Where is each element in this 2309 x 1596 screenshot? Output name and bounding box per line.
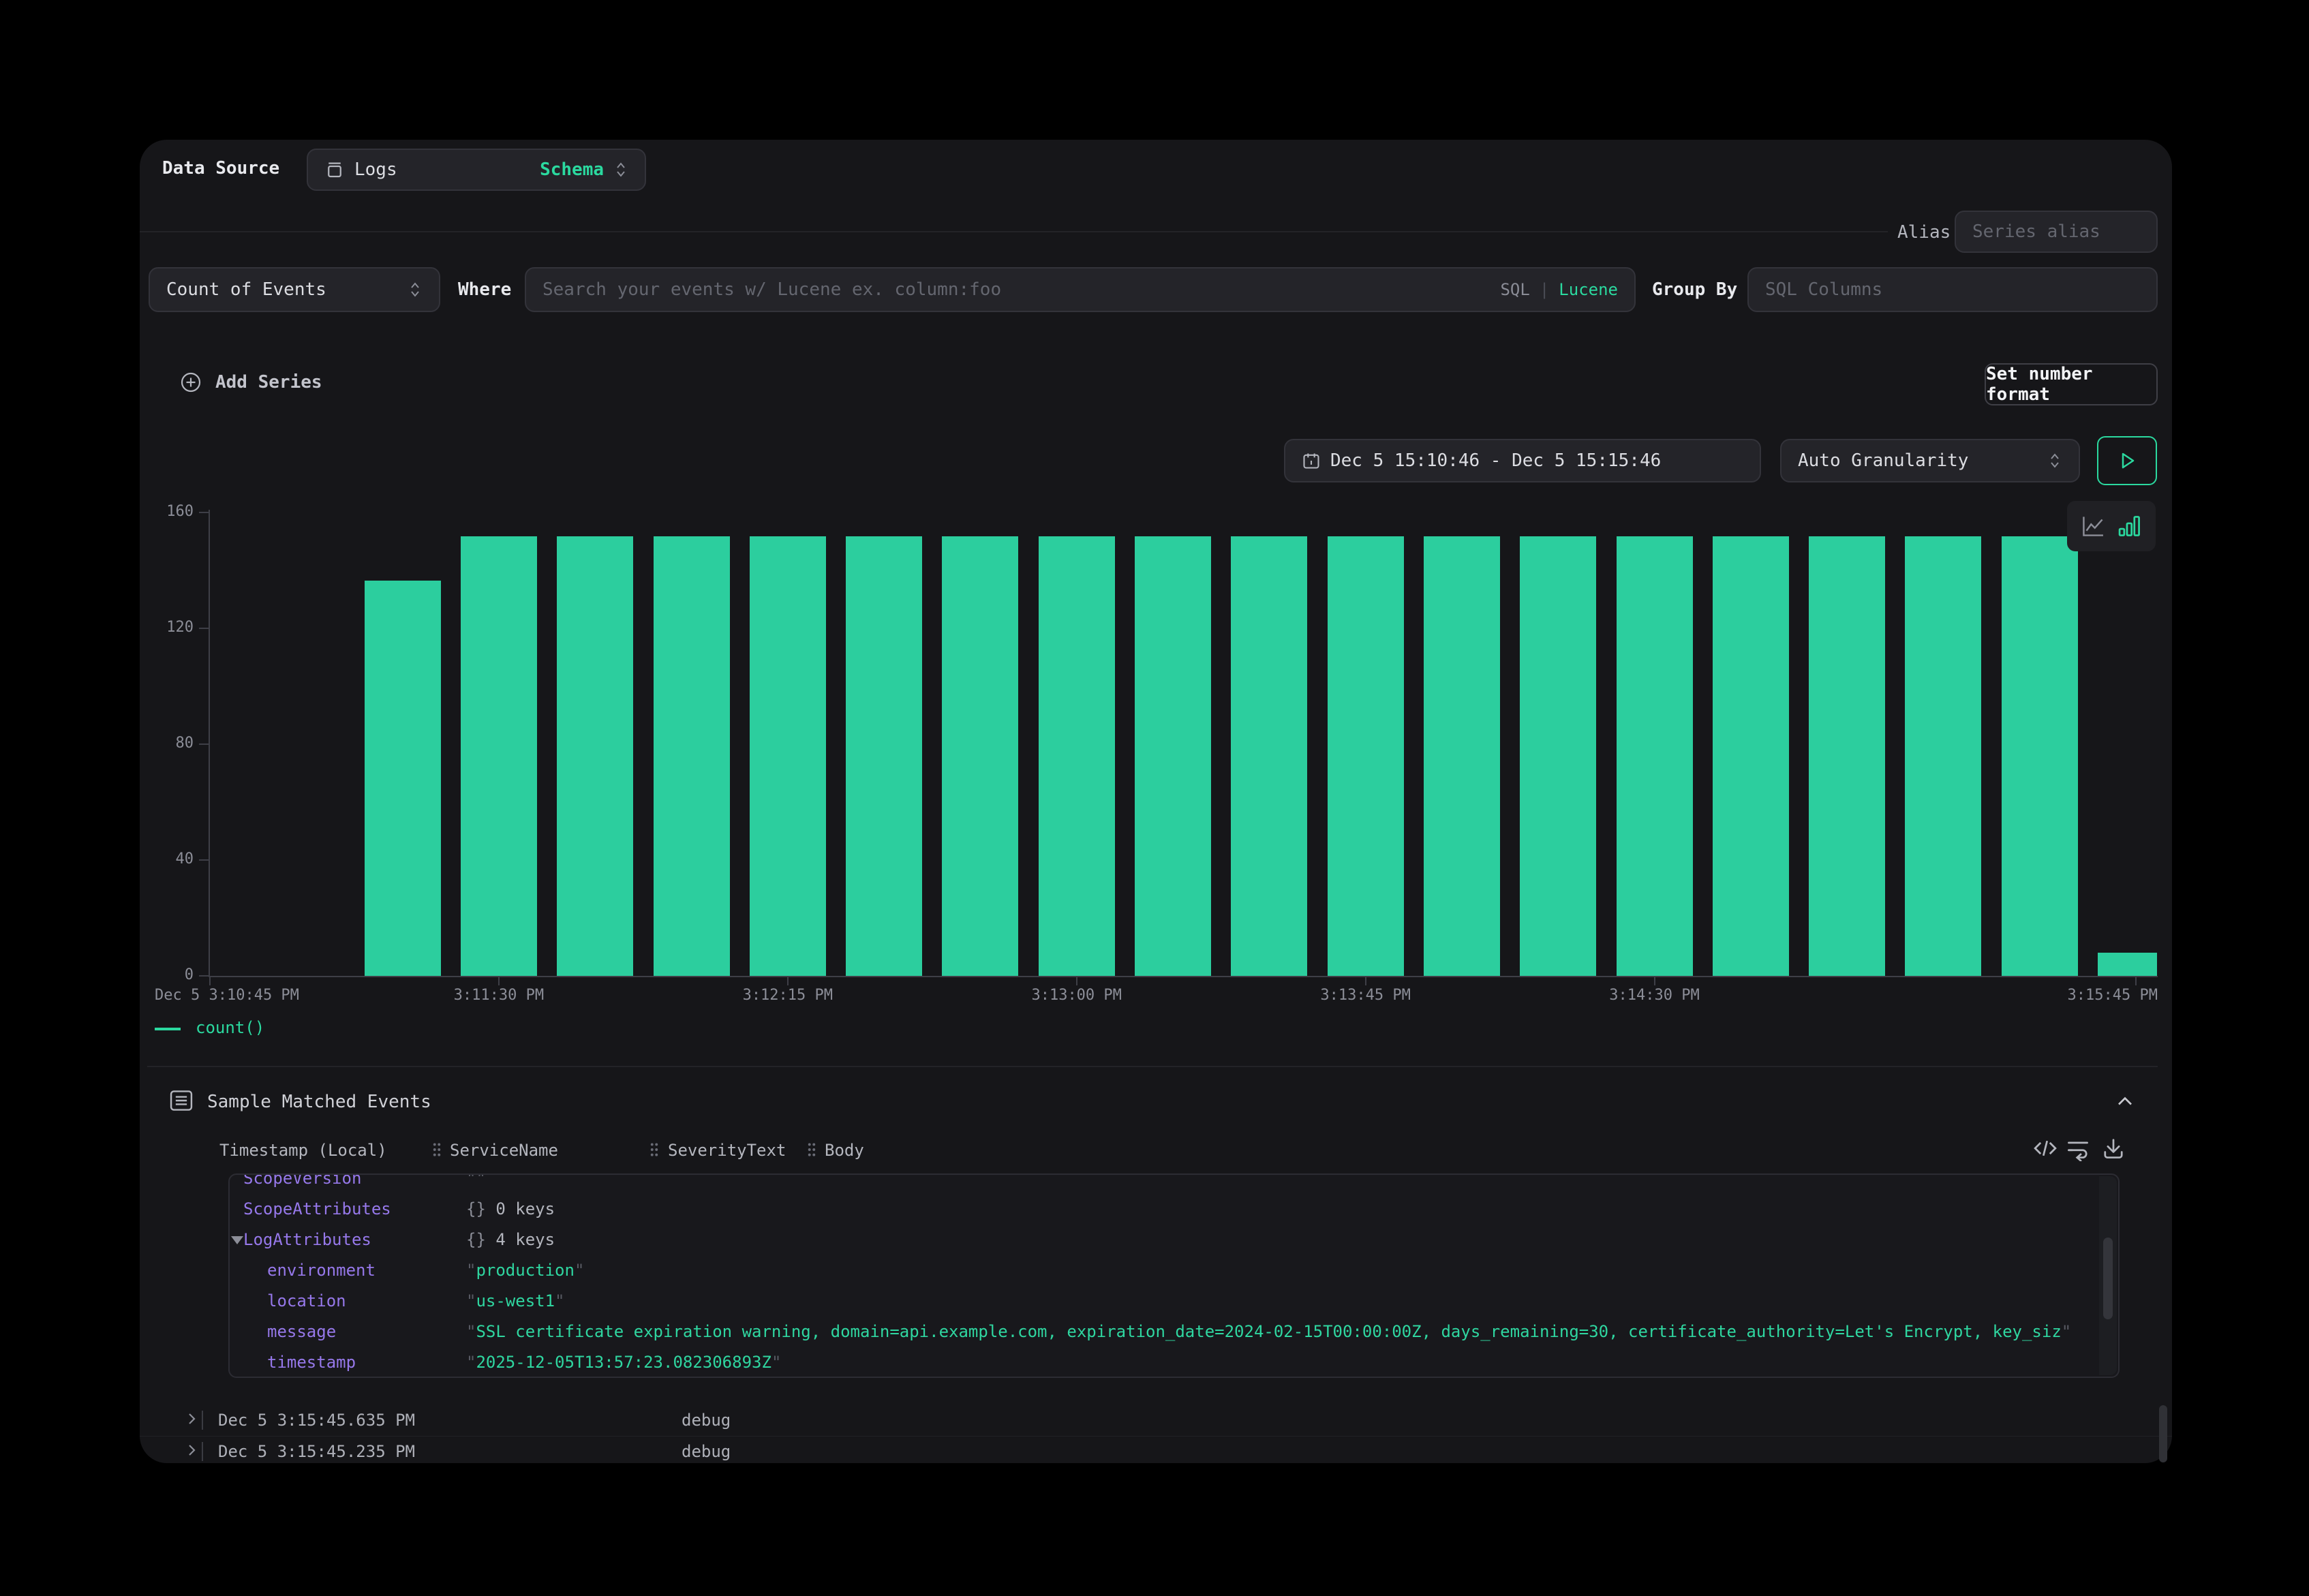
group-by-inputbox [1747, 267, 2158, 312]
bar-chart-icon[interactable] [2117, 513, 2143, 539]
calendar-icon [1302, 451, 1321, 470]
code-view-icon[interactable] [2032, 1135, 2058, 1161]
group-by-input[interactable] [1765, 279, 2140, 300]
wrap-text-icon[interactable] [2065, 1135, 2091, 1161]
expanded-row-json-panel: ScopeVersion "" ScopeAttributes {} 0 keys Lo… [228, 1173, 2120, 1378]
expand-row-chevron-icon[interactable] [183, 1442, 200, 1458]
download-icon[interactable] [2100, 1135, 2126, 1161]
alias-label: Alias [1897, 222, 1951, 243]
logs-icon [324, 159, 345, 180]
event-timestamp: Dec 5 3:15:45.635 PM [218, 1411, 415, 1430]
aggregate-value: Count of Events [166, 279, 326, 300]
updown-chevron-icon [2047, 450, 2062, 471]
json-field-row[interactable]: LogAttributes {} 4 keys [230, 1225, 2090, 1255]
event-severity: debug [682, 1442, 731, 1461]
json-key: ScopeAttributes [243, 1199, 391, 1218]
json-value: {} 0 keys [466, 1199, 555, 1218]
drag-handle-icon[interactable] [806, 1141, 817, 1158]
column-header-timestamp[interactable]: Timestamp (Local) [219, 1141, 387, 1160]
schema-badge: Schema [540, 159, 604, 180]
where-label: Where [458, 279, 511, 300]
json-field-row[interactable]: location "us-west1" [230, 1286, 2090, 1317]
run-query-button[interactable] [2097, 436, 2157, 485]
json-field-row[interactable]: environment "production" [230, 1255, 2090, 1286]
add-series-button[interactable]: Add Series [179, 370, 322, 395]
updown-chevron-icon [613, 159, 628, 180]
column-header-body[interactable]: Body [825, 1141, 864, 1160]
plus-circle-icon [179, 370, 203, 395]
set-number-format-button[interactable]: Set number format [1985, 363, 2158, 405]
event-rows: Dec 5 3:15:45.635 PMdebugDec 5 3:15:45.2… [140, 1402, 2172, 1463]
json-field-row[interactable]: message "SSL certificate expiration warni… [230, 1317, 2090, 1347]
event-row[interactable]: Dec 5 3:15:45.235 PM debug [140, 1436, 2172, 1463]
event-severity: debug [682, 1411, 731, 1430]
json-value: "SSL certificate expiration warning, dom… [466, 1322, 2071, 1341]
events-divider [147, 1066, 2158, 1067]
json-field-row[interactable]: ScopeVersion "" [230, 1173, 2090, 1194]
event-timestamp: Dec 5 3:15:45.235 PM [218, 1442, 415, 1461]
granularity-value: Auto Granularity [1798, 450, 1968, 471]
group-by-label: Group By [1652, 279, 1737, 300]
search-inputbox: SQL | Lucene [525, 267, 1636, 312]
app-root: { "header": { "data_source_label": "Data… [0, 0, 2309, 1596]
line-chart-icon[interactable] [2080, 513, 2106, 539]
event-row[interactable]: Dec 5 3:15:45.635 PM debug [140, 1405, 2172, 1436]
sql-mode-toggle[interactable]: SQL [1500, 280, 1529, 299]
updown-chevron-icon [408, 279, 423, 300]
expand-row-chevron-icon[interactable] [183, 1411, 200, 1427]
json-key: location [267, 1291, 346, 1310]
json-value: "2025-12-05T13:57:23.082306893Z" [466, 1353, 781, 1372]
json-field-row[interactable]: ScopeAttributes {} 0 keys [230, 1194, 2090, 1225]
expand-triangle-icon[interactable] [231, 1236, 243, 1244]
column-header-severitytext[interactable]: SeverityText [668, 1141, 786, 1160]
drag-handle-icon[interactable] [649, 1141, 660, 1158]
panel-scrollbar-thumb[interactable] [2159, 1405, 2167, 1462]
json-key: message [267, 1322, 336, 1341]
data-source-value: Logs [354, 159, 397, 180]
data-source-select[interactable]: Logs Schema [307, 149, 646, 191]
json-key: ScopeVersion [243, 1173, 361, 1188]
alias-input[interactable] [1972, 221, 2140, 242]
lucene-mode-toggle[interactable]: Lucene [1559, 280, 1618, 299]
json-scrollbar-thumb[interactable] [2103, 1238, 2113, 1319]
time-range-value: Dec 5 15:10:46 - Dec 5 15:15:46 [1330, 450, 1661, 471]
json-key: environment [267, 1261, 376, 1280]
aggregate-select[interactable]: Count of Events [149, 267, 440, 312]
collapse-chevron-icon[interactable] [2113, 1089, 2137, 1114]
legend-swatch [155, 1028, 181, 1030]
legend-series-label: count() [196, 1018, 264, 1037]
data-source-label: Data Source [162, 158, 279, 179]
json-key: LogAttributes [243, 1230, 371, 1249]
alias-inputbox [1955, 211, 2158, 253]
row-divider-bar [202, 1411, 203, 1430]
row-divider-bar [202, 1442, 203, 1461]
column-header-servicename[interactable]: ServiceName [450, 1141, 558, 1160]
mode-divider: | [1540, 280, 1549, 299]
json-value: {} 4 keys [466, 1230, 555, 1249]
list-icon [168, 1088, 194, 1114]
header-divider [140, 231, 1888, 232]
json-field-row[interactable]: timestamp "2025-12-05T13:57:23.082306893Z… [230, 1347, 2090, 1378]
chart-type-toggle [2067, 501, 2156, 551]
json-value: "production" [466, 1261, 584, 1280]
json-key: timestamp [267, 1353, 356, 1372]
json-scrollbar-track[interactable] [2099, 1176, 2117, 1375]
time-range-picker[interactable]: Dec 5 15:10:46 - Dec 5 15:15:46 [1284, 439, 1761, 482]
events-title: Sample Matched Events [207, 1092, 431, 1112]
add-series-label: Add Series [215, 372, 322, 393]
json-value: "" [466, 1173, 486, 1188]
search-input[interactable] [542, 279, 1490, 300]
json-value: "us-west1" [466, 1291, 565, 1310]
play-icon [2115, 448, 2139, 473]
granularity-select[interactable]: Auto Granularity [1780, 439, 2080, 482]
drag-handle-icon[interactable] [431, 1141, 442, 1158]
